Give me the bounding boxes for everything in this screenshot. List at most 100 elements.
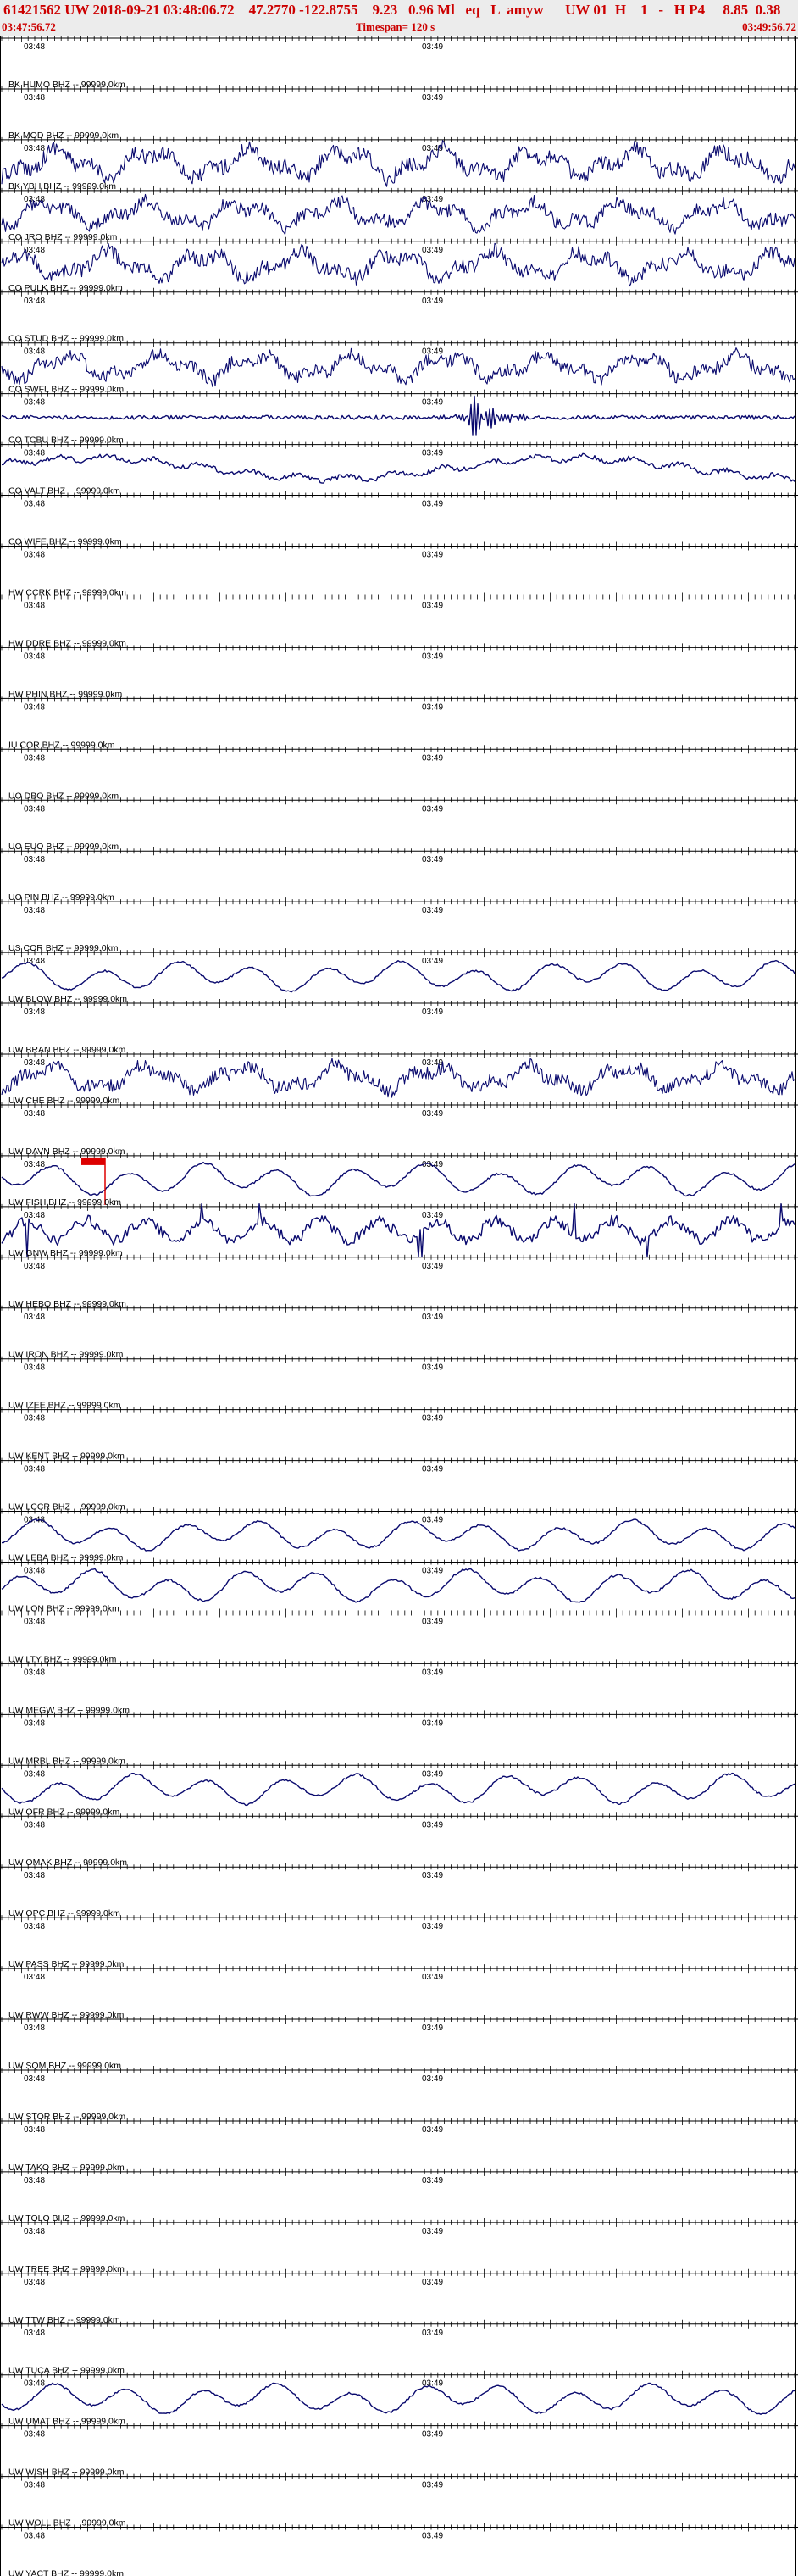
tick-label-0349: 03:49 xyxy=(422,1617,443,1626)
channel-label: CQ PULK BHZ -- 99999.0km xyxy=(8,283,123,293)
channel-label: US COR BHZ -- 99999.0km xyxy=(8,943,119,953)
tick-label-0348: 03:48 xyxy=(24,42,45,52)
tick-label-0349: 03:49 xyxy=(422,398,443,408)
waveform-trace xyxy=(1,959,795,993)
tick-label-0349: 03:49 xyxy=(422,1058,443,1068)
channel-label: UW BRAN BHZ -- 99999.0km xyxy=(8,1045,126,1055)
channel-row: 03:48 03:49 HW PHIN BHZ -- 99999.0km xyxy=(0,643,798,699)
tick-label-0348: 03:48 xyxy=(24,1058,45,1068)
seismogram-panel: 03:48 03:49BK HUMO BHZ -- 99999.0km03:48 0… xyxy=(0,36,798,2576)
tick-label-0348: 03:48 xyxy=(24,1871,45,1880)
channel-row: 03:48 03:49 UW LON BHZ -- 99999.0km xyxy=(0,1557,798,1613)
tick-label-0349: 03:49 xyxy=(422,1109,443,1119)
tick-label-0348: 03:48 xyxy=(24,144,45,153)
tick-label-0349: 03:49 xyxy=(422,855,443,864)
channel-label: CQ WIFE BHZ -- 99999.0km xyxy=(8,537,122,547)
tick-label-0348: 03:48 xyxy=(24,1617,45,1626)
channel-row: 03:48 03:49 UW LCCR BHZ -- 99999.0km xyxy=(0,1456,798,1513)
channel-row: 03:48 03:49 UW MRBL BHZ -- 99999.0km xyxy=(0,1710,798,1766)
tick-label-0349: 03:49 xyxy=(422,1211,443,1220)
channel-row: 03:48 03:49UW OMAK BHZ -- 99999.0km xyxy=(0,1812,798,1868)
channel-row: 03:48 03:49UW BLOW BHZ -- 99999.0km xyxy=(0,948,798,1004)
channel-label: UW FISH BHZ -- 99999.0km xyxy=(8,1197,121,1208)
tick-label-0348: 03:48 xyxy=(24,1465,45,1474)
tick-label-0348: 03:48 xyxy=(24,1160,45,1169)
channel-label: CQ TCBU BHZ -- 99999.0km xyxy=(8,436,124,446)
channel-row: 03:48 03:49 US COR BHZ -- 99999.0km xyxy=(0,897,798,953)
tick-label-0349: 03:49 xyxy=(422,500,443,509)
tick-label-0349: 03:49 xyxy=(422,1363,443,1373)
tick-label-0348: 03:48 xyxy=(24,855,45,864)
channel-row: 03:48 03:49 UW LTY BHZ -- 99999.0km xyxy=(0,1608,798,1664)
channel-row: 03:48 03:49UW SQM BHZ -- 99999.0km xyxy=(0,2015,798,2071)
channel-label: CQ SWFL BHZ -- 99999.0km xyxy=(8,385,124,395)
channel-row: 03:48 03:49 UW OPC BHZ -- 99999.0km xyxy=(0,1863,798,1918)
channel-label: CQ STUD BHZ -- 99999.0km xyxy=(8,334,124,344)
tick-label-0348: 03:48 xyxy=(24,1922,45,1931)
tick-label-0349: 03:49 xyxy=(422,1769,443,1779)
channel-row: 03:48 03:49 UW FISH BHZ -- 99999.0km xyxy=(0,1151,798,1208)
tick-label-0348: 03:48 xyxy=(24,1008,45,1017)
tick-label-0348: 03:48 xyxy=(24,1414,45,1424)
waveform-trace xyxy=(1,452,795,484)
channel-label: CQ VALT BHZ -- 99999.0km xyxy=(8,486,120,497)
channel-row: 03:48 03:49 CQ PULK BHZ -- 99999.0km xyxy=(0,236,798,293)
tick-label-0349: 03:49 xyxy=(422,1922,443,1931)
channel-row: 03:48 03:49UW KENT BHZ -- 99999.0km xyxy=(0,1405,798,1462)
channel-row: 03:48 03:49UW LEBA BHZ -- 99999.0km xyxy=(0,1507,798,1563)
tick-label-0349: 03:49 xyxy=(422,449,443,458)
tick-label-0348: 03:48 xyxy=(24,1313,45,1322)
channel-row: 03:48 03:49 CQ SWFL BHZ -- 99999.0km xyxy=(0,338,798,395)
tick-label-0349: 03:49 xyxy=(422,1718,443,1728)
tick-label-0349: 03:49 xyxy=(422,601,443,610)
waveform-trace xyxy=(1,193,795,236)
tick-label-0348: 03:48 xyxy=(24,195,45,204)
channel-row: 03:48 03:49 CQ WIFE BHZ -- 99999.0km xyxy=(0,491,798,547)
waveform-trace xyxy=(1,395,795,436)
tick-label-0349: 03:49 xyxy=(422,1820,443,1829)
tick-label-0349: 03:49 xyxy=(422,804,443,813)
channel-label: UW HEBO BHZ -- 99999.0km xyxy=(8,1299,126,1309)
channel-row: 03:48 03:49 HW CCRK BHZ -- 99999.0km xyxy=(0,541,798,597)
channel-row: 03:48 03:49 BK MOD BHZ -- 99999.0km xyxy=(0,84,798,141)
tick-label-0348: 03:48 xyxy=(24,449,45,458)
channel-label: HW DDRE BHZ -- 99999.0km xyxy=(8,638,126,648)
channel-label: UW CHE BHZ -- 99999.0km xyxy=(8,1096,120,1106)
channel-row: 03:48 03:49 UO DBO BHZ -- 99999.0km xyxy=(0,745,798,801)
channel-row: 03:48 03:49 UW RWW BHZ -- 99999.0km xyxy=(0,1964,798,2020)
tick-label-0349: 03:49 xyxy=(422,1414,443,1424)
tick-label-0349: 03:49 xyxy=(422,93,443,103)
tick-label-0348: 03:48 xyxy=(24,551,45,560)
tick-label-0349: 03:49 xyxy=(422,195,443,204)
event-summary: 61421562 UW 2018-09-21 03:48:06.72 47.27… xyxy=(3,2,781,18)
waveform-trace xyxy=(1,1161,795,1197)
tick-label-0348: 03:48 xyxy=(24,906,45,915)
waveform-trace xyxy=(1,347,795,388)
channel-row: 03:48 03:49 UW HEBO BHZ -- 99999.0km xyxy=(0,1252,798,1309)
channel-row: 03:48 03:49 CQ VALT BHZ -- 99999.0km xyxy=(0,440,798,497)
channel-label: UW OFR BHZ -- 99999.0km xyxy=(8,1807,120,1817)
tick-label-0349: 03:49 xyxy=(422,42,443,52)
start-time: 03:47:56.72 xyxy=(2,20,56,33)
timespan-label: Timespan= 120 s xyxy=(356,20,435,33)
channel-label: UW PASS BHZ -- 99999.0km xyxy=(8,1959,125,1969)
waveform-trace xyxy=(2,1518,795,1552)
channel-row: 03:48 03:49 UW CHE BHZ -- 99999.0km xyxy=(0,1050,798,1106)
channel-label: UW LTY BHZ -- 99999.0km xyxy=(8,1654,117,1664)
channel-row: 03:48 03:49UO PIN BHZ -- 99999.0km xyxy=(0,847,798,902)
tick-label-0349: 03:49 xyxy=(422,1567,443,1576)
waveform-trace xyxy=(1,242,795,287)
channel-row: 03:48 03:49UW DAVN BHZ -- 99999.0km xyxy=(0,1100,798,1157)
channel-label: BK MOD BHZ -- 99999.0km xyxy=(8,130,119,141)
tick-label-0349: 03:49 xyxy=(422,906,443,915)
tick-label-0349: 03:49 xyxy=(422,246,443,255)
tick-label-0349: 03:49 xyxy=(422,1465,443,1474)
channel-row: 03:48 03:49 UW IZEE BHZ -- 99999.0km xyxy=(0,1354,798,1411)
channel-label: UO DBO BHZ -- 99999.0km xyxy=(8,791,119,801)
channel-row: 03:48 03:49 HW DDRE BHZ -- 99999.0km xyxy=(0,592,798,648)
tick-label-0348: 03:48 xyxy=(24,1718,45,1728)
channel-row: 03:48 03:49 IU COR BHZ -- 99999.0km xyxy=(0,694,798,750)
channel-row: 03:48 03:49CQ JRO BHZ -- 99999.0km xyxy=(0,186,798,242)
tick-label-0348: 03:48 xyxy=(24,1211,45,1220)
channel-row: 03:48 03:49BK YBH BHZ -- 99999.0km xyxy=(0,135,798,192)
